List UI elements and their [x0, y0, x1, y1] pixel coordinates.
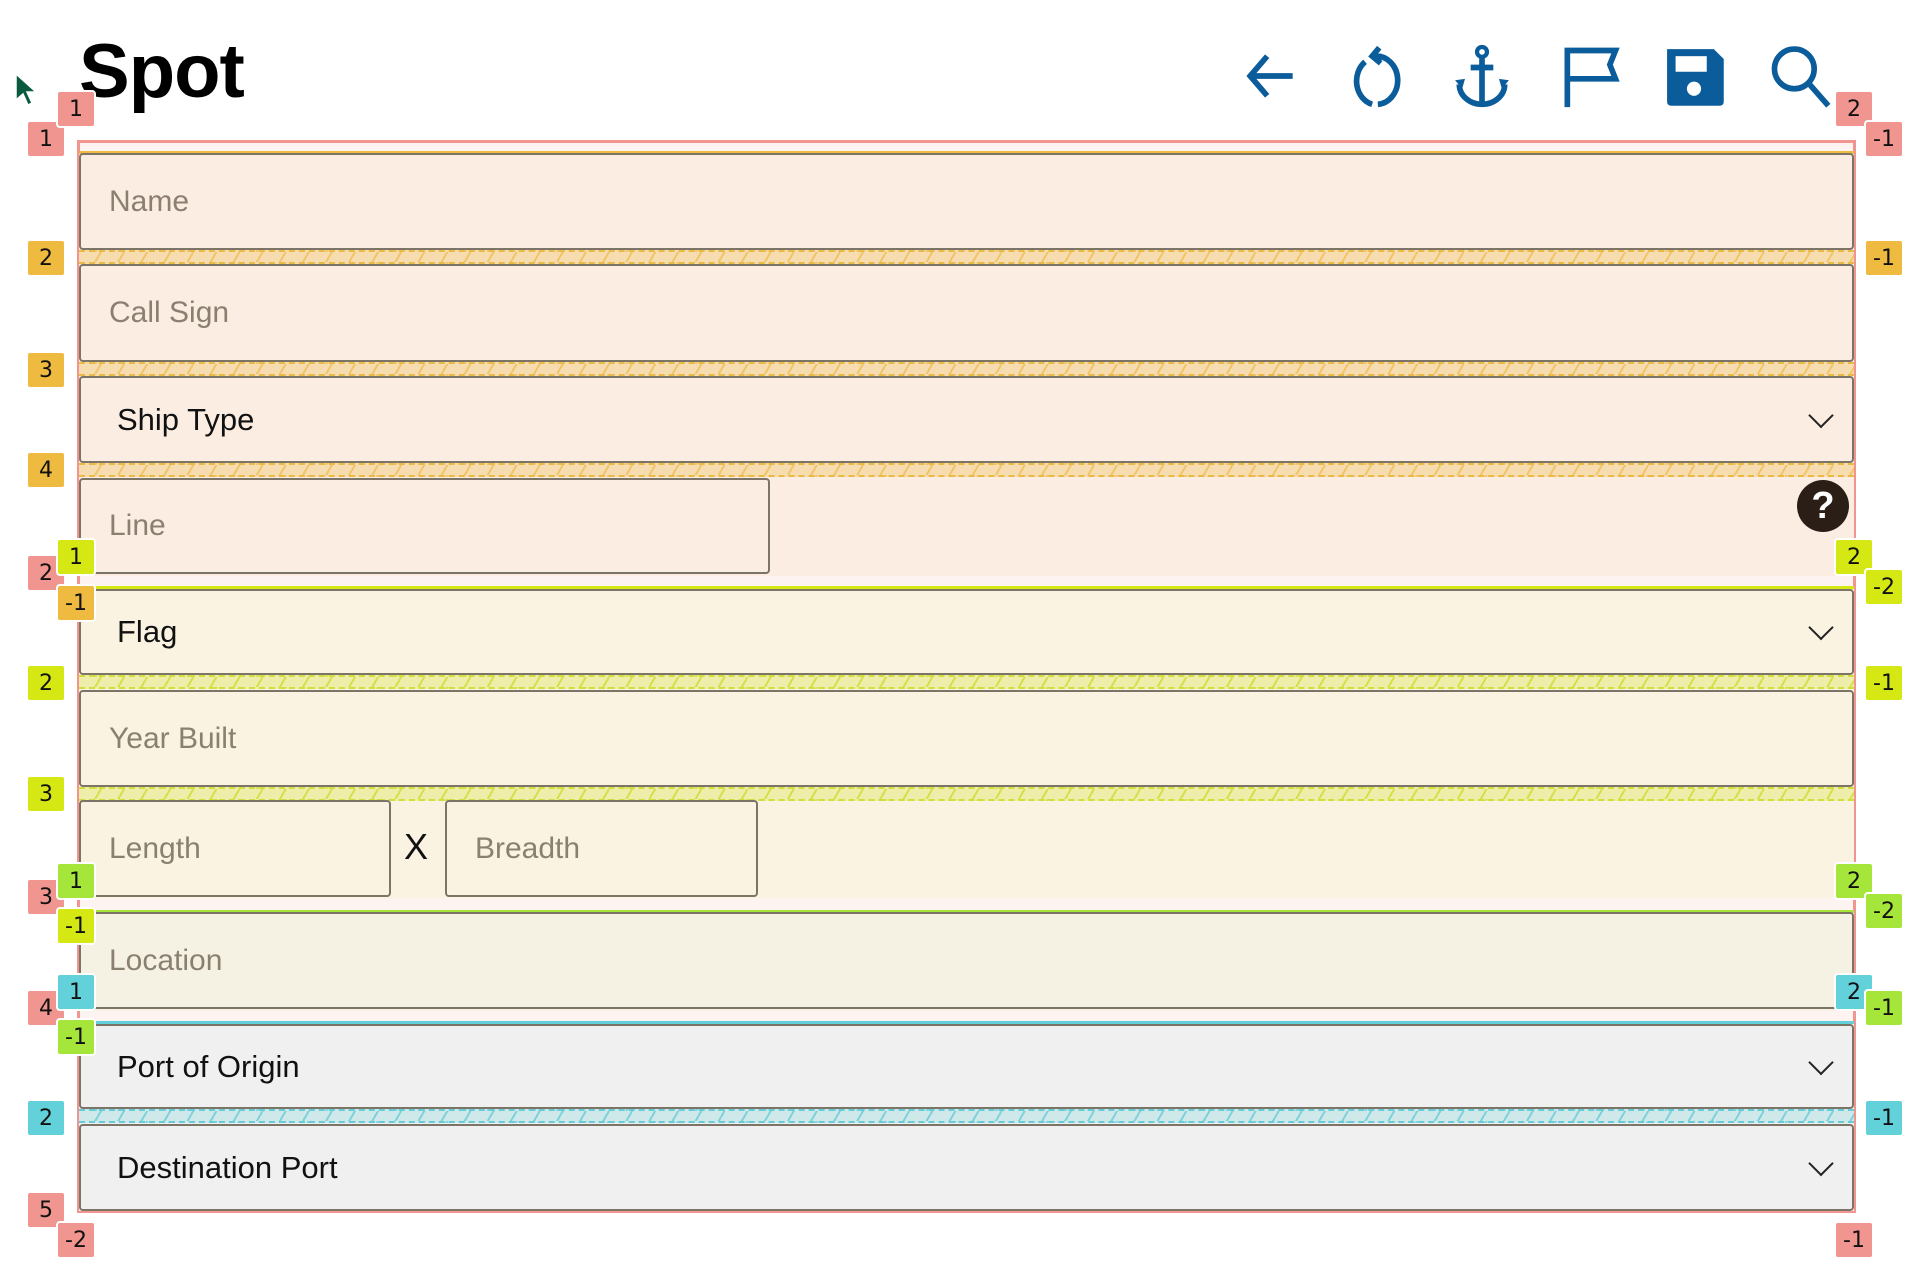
- chevron-down-icon: [1808, 1049, 1834, 1075]
- flag-button[interactable]: [1554, 40, 1626, 112]
- annotation-badge: -2: [56, 1221, 96, 1259]
- length-input[interactable]: Length: [79, 800, 391, 897]
- line-input[interactable]: Line: [79, 478, 770, 574]
- breadth-input[interactable]: Breadth: [445, 800, 758, 897]
- annotation-badge: 3: [26, 775, 66, 813]
- search-icon: [1771, 46, 1831, 108]
- annotation-badge: 1: [56, 973, 96, 1011]
- annotation-badge: 1: [56, 862, 96, 900]
- annotation-badge: -1: [1864, 664, 1904, 702]
- annotation-badge: 2: [26, 239, 66, 277]
- annotation-badge: -1: [1864, 989, 1904, 1027]
- spacer: [79, 362, 1854, 376]
- annotation-badge: -1: [1864, 120, 1904, 158]
- chevron-down-icon: [1808, 1150, 1834, 1176]
- chevron-down-icon: [1808, 402, 1834, 428]
- spacer: [79, 787, 1854, 801]
- anchor-button[interactable]: [1446, 40, 1518, 112]
- destination-port-select[interactable]: Destination Port: [79, 1124, 1854, 1211]
- location-input[interactable]: Location: [79, 912, 1854, 1009]
- times-label: X: [404, 826, 429, 867]
- flag-value: Flag: [117, 614, 178, 649]
- spacer: [79, 250, 1854, 264]
- annotation-badge: -1: [1864, 239, 1904, 277]
- cursor-icon: [14, 72, 40, 113]
- annotation-badge: -1: [1864, 1099, 1904, 1137]
- save-button[interactable]: [1658, 40, 1730, 112]
- ship-type-select[interactable]: Ship Type: [79, 376, 1854, 463]
- back-button[interactable]: [1234, 40, 1306, 112]
- annotation-badge: 2: [26, 664, 66, 702]
- name-input[interactable]: Name: [79, 153, 1854, 250]
- search-button[interactable]: [1764, 40, 1836, 112]
- spacer: [79, 675, 1854, 689]
- annotation-badge: 4: [26, 451, 66, 489]
- chevron-down-icon: [1808, 614, 1834, 641]
- spacer: [79, 463, 1854, 477]
- ship-type-value: Ship Type: [117, 401, 255, 437]
- refresh-button[interactable]: [1339, 40, 1411, 112]
- annotation-badge: 1: [56, 538, 96, 576]
- annotation-badge: 2: [26, 1099, 66, 1137]
- annotation-badge: -1: [56, 907, 96, 945]
- year-built-input[interactable]: Year Built: [79, 690, 1854, 787]
- annotation-badge: -1: [1834, 1221, 1874, 1259]
- annotation-badge: -1: [56, 1018, 96, 1056]
- help-icon[interactable]: ?: [1797, 480, 1849, 532]
- annotation-badge: 1: [56, 90, 96, 128]
- page-title: Spot: [79, 29, 245, 114]
- annotation-badge: 3: [26, 351, 66, 389]
- back-arrow-icon: [1246, 54, 1293, 98]
- port-of-origin-select[interactable]: Port of Origin: [79, 1024, 1854, 1109]
- port-of-origin-value: Port of Origin: [117, 1048, 300, 1084]
- save-icon: [1667, 49, 1724, 106]
- annotation-badge: -2: [1864, 568, 1904, 606]
- flag-icon: [1564, 47, 1620, 108]
- call-sign-input[interactable]: Call Sign: [79, 264, 1854, 362]
- refresh-icon: [1353, 45, 1401, 108]
- annotation-badge: -2: [1864, 892, 1904, 930]
- spacer: [79, 1109, 1854, 1123]
- destination-port-value: Destination Port: [117, 1149, 338, 1185]
- flag-select[interactable]: Flag: [79, 589, 1854, 675]
- annotation-badge: -1: [56, 584, 96, 622]
- anchor-icon: [1455, 44, 1509, 108]
